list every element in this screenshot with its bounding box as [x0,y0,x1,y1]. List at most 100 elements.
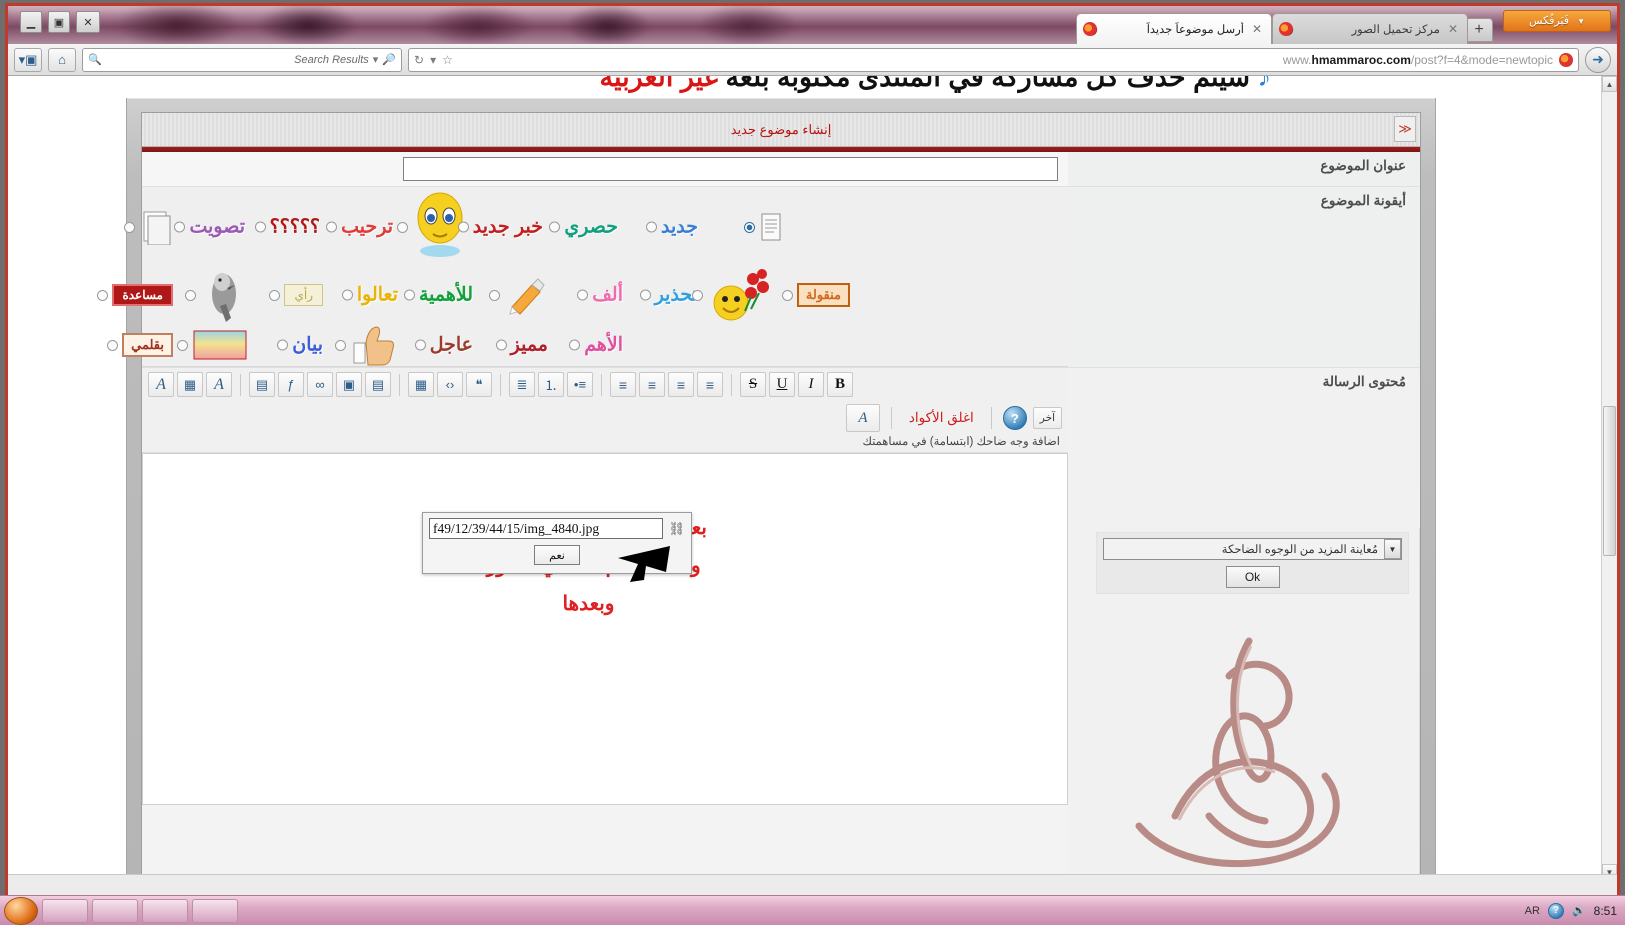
search-magnifier-icon[interactable]: 🔎 [382,53,396,66]
numbered-list-icon[interactable]: ⒈ [538,372,564,397]
table-icon[interactable]: ▦ [408,372,434,397]
topic-icon-radio[interactable] [569,339,581,351]
scrollbar-thumb[interactable] [1603,406,1616,556]
close-window-button[interactable]: ✕ [76,11,100,33]
topic-icon-option[interactable] [177,329,248,361]
reload-icon[interactable]: ↻ [414,53,424,67]
topic-icon-radio[interactable] [341,289,353,301]
topic-icon-radio[interactable] [177,339,188,351]
topic-icon-option[interactable]: بقلمي [107,333,173,357]
tab-image-upload[interactable]: ✕ مركز تحميل الصور [1272,13,1468,44]
topic-icon-radio[interactable] [254,221,266,233]
clock[interactable]: 8:51 [1594,904,1617,918]
link-icon[interactable]: ∞ [307,372,333,397]
indent-icon[interactable]: ≣ [509,372,535,397]
topic-icon-radio[interactable] [403,289,415,301]
topic-icon-radio[interactable] [549,221,561,233]
chevron-down-icon[interactable]: ▾ [373,53,379,66]
topic-icon-radio[interactable] [335,339,346,351]
taskbar-item[interactable] [92,898,138,923]
topic-icon-radio[interactable] [185,289,196,301]
topic-icon-radio[interactable] [397,221,408,233]
topic-icon-radio[interactable] [174,221,186,233]
url-bar[interactable]: ↻ ▾ ☆ www.hmammaroc.com/post?f=4&mode=ne… [408,47,1579,72]
topic-icon-option[interactable]: مساعدة [97,284,173,306]
underline-icon[interactable]: U [769,372,795,397]
home-button[interactable]: ⌂ [48,47,76,72]
chevron-down-icon[interactable]: ▼ [1384,539,1401,559]
topic-icon-option[interactable] [489,273,548,317]
topic-icon-radio[interactable] [781,289,793,301]
taskbar-item[interactable] [142,898,188,923]
topic-icon-radio[interactable] [277,339,289,351]
align-justify-icon[interactable]: ≡ [610,372,636,397]
topic-icon-option[interactable]: بيان [277,336,323,355]
taskbar-item[interactable] [42,898,88,923]
confirm-yes-button[interactable]: نعم [534,545,580,565]
topic-icon-option[interactable]: رأي [269,284,323,306]
font-toggle-icon[interactable]: A [845,404,880,432]
topic-icon-option[interactable] [185,266,248,324]
message-editor[interactable]: بعدما نسخة الرابط الصقه هنا واضغط نعم كم… [142,453,1068,805]
video-icon[interactable]: ▤ [249,372,275,397]
quote-icon[interactable]: ❝ [466,372,492,397]
chevron-down-icon[interactable]: ▾ [430,53,436,67]
topic-icon-radio[interactable] [326,221,338,233]
font-size-icon[interactable]: A [206,372,232,397]
topic-icon-option[interactable]: للأهمية [403,286,473,305]
tray-help-icon[interactable]: ? [1547,902,1564,919]
bullet-list-icon[interactable]: •≡ [567,372,593,397]
minimize-window-button[interactable]: ▁ [20,11,42,33]
topic-icon-option[interactable]: تصويت [174,218,245,237]
topic-icon-radio[interactable] [269,289,281,301]
topic-title-input[interactable] [403,157,1058,181]
font-color-icon[interactable]: ▦ [177,372,203,397]
smiley-ok-button[interactable]: Ok [1225,566,1280,588]
more-options-button[interactable]: آخر [1032,407,1062,429]
firefox-menu-button[interactable]: ▼ فَيَرفُكس [1503,10,1611,32]
tab-new-topic[interactable]: ✕ أرسل موضوعاً جديداً [1076,13,1272,44]
help-icon[interactable]: ? [1002,406,1027,430]
align-center-icon[interactable]: ≡ [668,372,694,397]
restore-window-button[interactable]: ▣ [48,11,70,33]
topic-icon-option[interactable] [335,323,396,367]
code-icon[interactable]: ‹› [437,372,463,397]
image-upload-icon[interactable]: ▤ [365,372,391,397]
bold-icon[interactable]: B [827,372,853,397]
volume-icon[interactable]: 🔊 [1572,904,1586,917]
strikethrough-icon[interactable]: S [740,372,766,397]
topic-icon-option[interactable]: تحذير [639,286,698,305]
start-button[interactable] [4,896,38,925]
go-button[interactable]: ➜ [1585,46,1611,73]
topic-icon-radio[interactable] [124,221,135,233]
collapse-panel-button[interactable]: ≪ [1394,116,1416,142]
align-left-icon[interactable]: ≡ [697,372,723,397]
topic-icon-radio[interactable] [97,289,109,301]
topic-icon-radio[interactable] [577,289,589,301]
page-scrollbar-vertical[interactable]: ▲ ▼ [1601,76,1617,880]
topic-icon-radio[interactable] [639,289,651,301]
topic-icon-radio[interactable] [489,289,500,301]
align-right-icon[interactable]: ≡ [639,372,665,397]
topic-icon-option[interactable]: عاجل [414,336,473,355]
close-codes-button[interactable]: اغلق الأكواد [903,410,980,426]
topic-icon-option[interactable]: جديد [646,218,698,237]
topic-icon-option[interactable]: منقولة [781,283,850,307]
topic-icon-option[interactable]: خبر جديد [457,218,543,237]
search-input[interactable]: 🔍 Search Results ▾ 🔎 [82,47,402,72]
topic-icon-option[interactable]: مميز [495,336,548,355]
scroll-up-button[interactable]: ▲ [1602,76,1617,92]
topic-icon-radio[interactable] [495,339,507,351]
topic-icon-option[interactable]: تعالوا [341,286,398,305]
topic-icon-option[interactable]: ؟؟؟؟؟ [254,218,320,237]
topic-icon-radio[interactable] [107,339,119,351]
smiley-select[interactable]: ▼ مُعاينة المزيد من الوجوه الضاحكة [1103,538,1402,560]
font-family-icon[interactable]: A [148,372,174,397]
tab-close-icon[interactable]: ✕ [1445,22,1461,36]
topic-icon-option[interactable] [124,209,173,245]
topic-icon-option[interactable]: حصري [549,218,618,237]
topic-icon-option[interactable]: ألف [577,286,623,305]
flash-icon[interactable]: ƒ [278,372,304,397]
topic-icon-option[interactable]: الأهم [569,336,623,355]
taskbar-item[interactable] [192,898,238,923]
